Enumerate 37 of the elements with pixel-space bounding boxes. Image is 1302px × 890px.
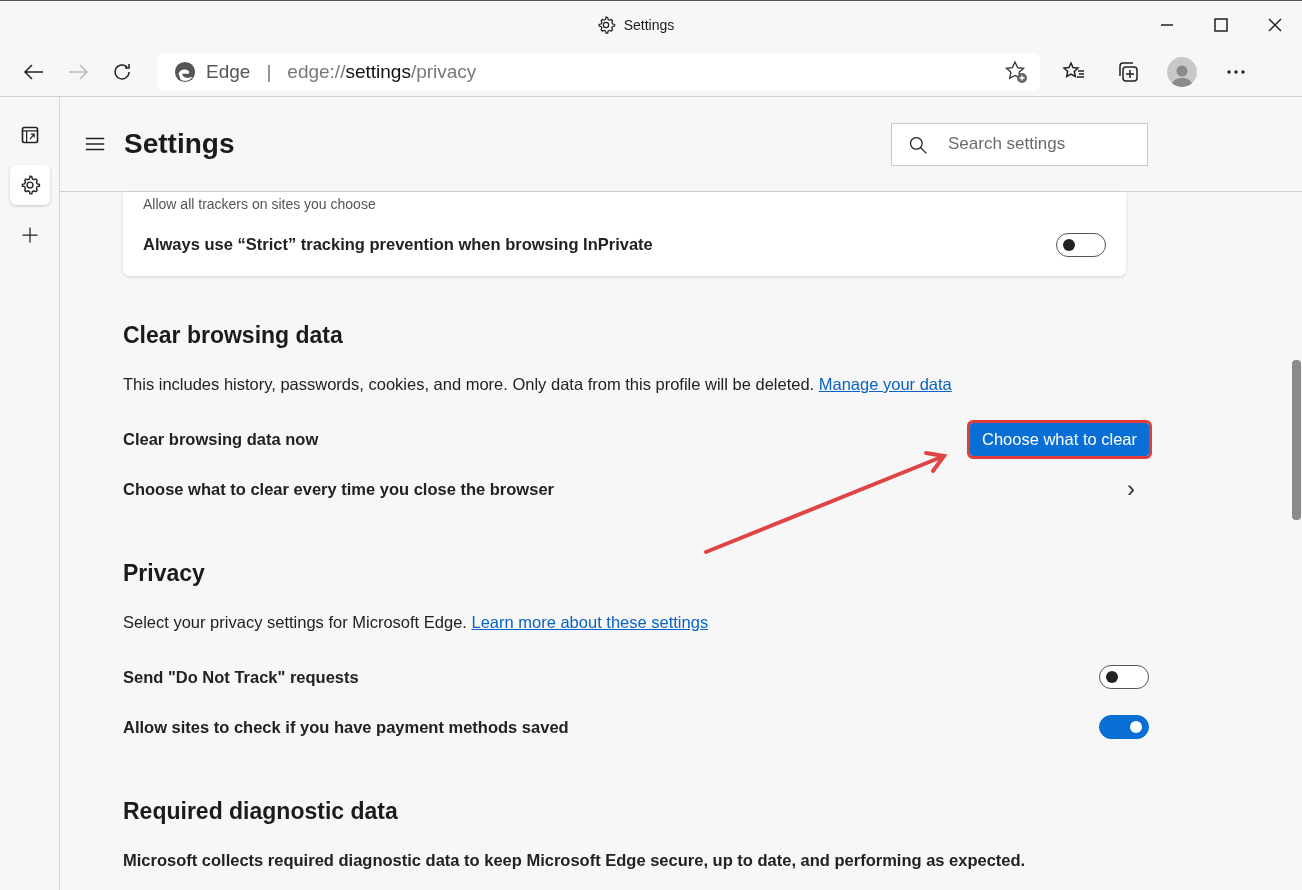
section-heading: Clear browsing data [123, 321, 343, 350]
maximize-icon [1214, 17, 1228, 32]
scrollbar-thumb[interactable] [1292, 360, 1301, 520]
collections-icon [1116, 60, 1140, 84]
close-icon [1268, 17, 1282, 32]
window-share-icon [19, 125, 40, 145]
section-text: Microsoft collects required diagnostic data to keep Microsoft Edge secure, up to date, and performing as expected. [123, 850, 1027, 871]
setting-caption: Allow all trackers on sites you choose [143, 195, 377, 213]
section-heading: Required diagnostic data [123, 797, 398, 826]
separator: | [266, 61, 272, 83]
chevron-icon[interactable]: › [1127, 477, 1135, 501]
toggle-switch[interactable] [1056, 232, 1106, 257]
setting-label: Allow sites to check if you have payment methods saved [123, 717, 569, 737]
section-description: Select your privacy settings for Microsoft Edge. Learn more about these settings [123, 612, 710, 633]
window-title: Settings [623, 16, 675, 33]
help-link[interactable]: Learn more about these settings [471, 613, 709, 631]
setting-label: Always use “Strict” tracking prevention when browsing InPrivate [143, 235, 653, 254]
setting-label: Clear browsing data now [123, 429, 319, 449]
more-icon [1226, 70, 1246, 74]
choose-what-to-clear-button[interactable]: Choose what to clear [970, 422, 1149, 456]
toggle-switch[interactable] [1099, 665, 1149, 689]
gear-icon [595, 14, 616, 35]
help-link[interactable]: Manage your data [818, 375, 952, 393]
address-bar[interactable]: Edge | edge://settings/privacy [158, 53, 1040, 91]
page-title: Settings [124, 128, 236, 160]
section-heading: Privacy [123, 559, 205, 588]
add-favorite-icon[interactable] [1004, 60, 1028, 84]
search-field[interactable]: Search settings [891, 122, 1148, 166]
section-description: This includes history, passwords, cookies, and more. Only data from this profile will be deleted. Manage your data [123, 374, 953, 395]
settings-tab[interactable] [9, 165, 50, 205]
browser-logo-icon [174, 61, 196, 83]
setting-label: Choose what to clear every time you close the browser [123, 479, 554, 499]
setting-label: Send "Do Not Track" requests [123, 667, 359, 687]
url-text: edge://settings/privacy [287, 61, 478, 83]
site-label: Edge [206, 61, 251, 83]
toggle-switch[interactable] [1099, 715, 1149, 739]
minimize-icon [1160, 23, 1174, 26]
